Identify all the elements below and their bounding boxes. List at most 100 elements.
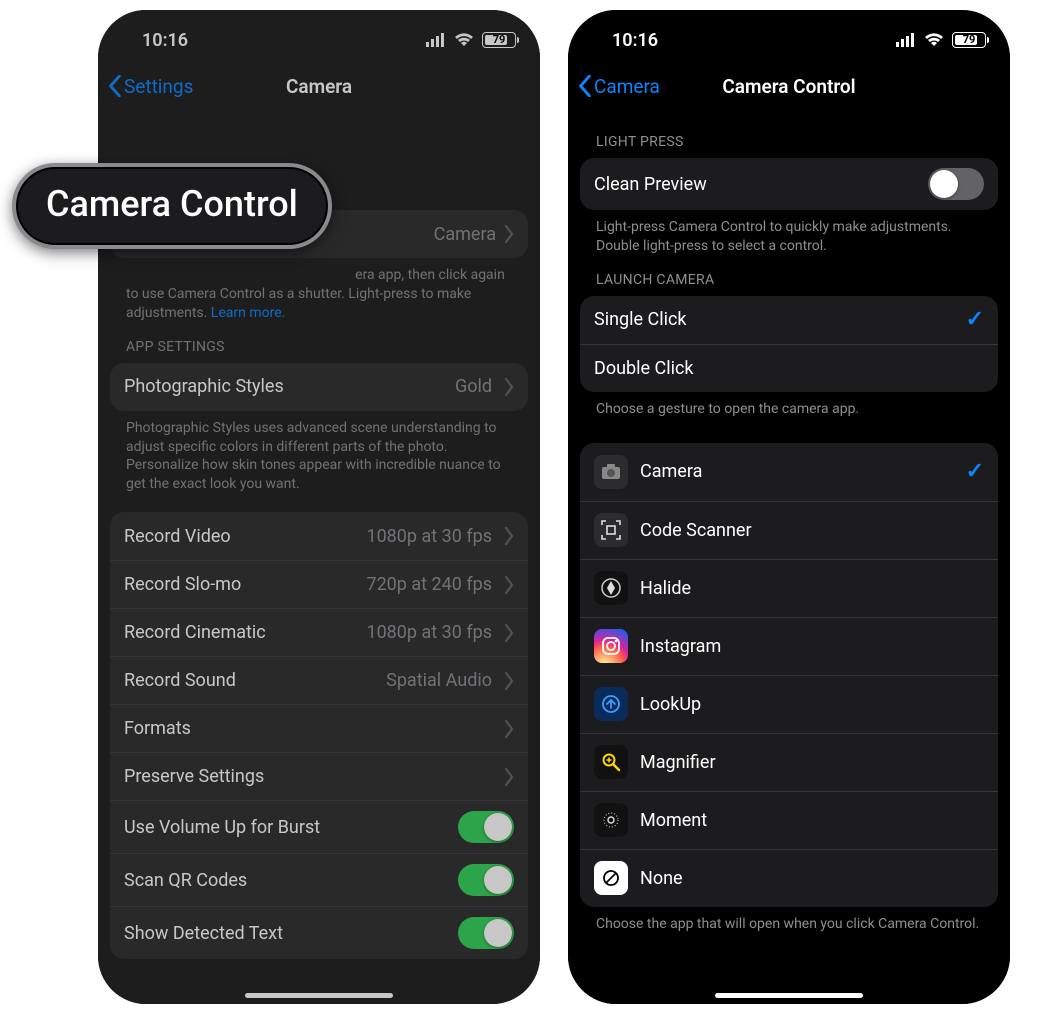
row-label: Use Volume Up for Burst bbox=[124, 817, 446, 838]
row-value: 1080p at 30 fps bbox=[366, 622, 492, 643]
app-row[interactable]: LookUp bbox=[580, 675, 998, 733]
row-value: Camera bbox=[434, 224, 496, 245]
row-label: Double Click bbox=[594, 358, 984, 379]
settings-row[interactable]: Record Video 1080p at 30 fps bbox=[110, 512, 528, 560]
right-phone: 10:16 79 Camera Camera Control bbox=[568, 10, 1010, 1004]
back-label: Camera bbox=[594, 75, 660, 98]
status-time: 10:16 bbox=[612, 30, 658, 51]
row-label: Halide bbox=[640, 578, 984, 599]
settings-row[interactable]: Record Cinematic 1080p at 30 fps bbox=[110, 608, 528, 656]
toggle[interactable] bbox=[458, 811, 514, 843]
app-row[interactable]: None bbox=[580, 849, 998, 907]
app-row[interactable]: Magnifier bbox=[580, 733, 998, 791]
light-press-footer: Light-press Camera Control to quickly ma… bbox=[580, 210, 998, 256]
instagram-icon bbox=[594, 629, 628, 663]
camera-icon bbox=[594, 455, 628, 489]
lookup-icon bbox=[594, 687, 628, 721]
section-header-launch-camera: LAUNCH CAMERA bbox=[580, 256, 998, 296]
wifi-icon bbox=[454, 33, 474, 47]
status-bar: 10:16 79 bbox=[568, 10, 1010, 64]
app-row[interactable]: Camera ✓ bbox=[580, 443, 998, 501]
chevron-left-icon bbox=[578, 75, 592, 97]
back-label: Settings bbox=[124, 75, 193, 98]
row-label: Scan QR Codes bbox=[124, 870, 446, 891]
row-label: Formats bbox=[124, 718, 492, 739]
launch-option-row[interactable]: Double Click bbox=[580, 344, 998, 392]
status-bar: 10:16 79 bbox=[98, 10, 540, 64]
status-time: 10:16 bbox=[142, 30, 188, 51]
clean-preview-toggle[interactable] bbox=[928, 168, 984, 200]
row-label: Preserve Settings bbox=[124, 766, 492, 787]
toggle[interactable] bbox=[458, 864, 514, 896]
cellular-icon bbox=[896, 33, 916, 47]
chevron-right-icon bbox=[504, 225, 514, 243]
moment-icon bbox=[594, 803, 628, 837]
checkmark-icon: ✓ bbox=[966, 459, 984, 484]
settings-row[interactable]: Record Slo-mo 720p at 240 fps bbox=[110, 560, 528, 608]
row-label: Record Video bbox=[124, 526, 354, 547]
qr-icon bbox=[594, 513, 628, 547]
left-phone: 10:16 79 Settings Camera bbox=[98, 10, 540, 1004]
settings-row[interactable]: Formats bbox=[110, 704, 528, 752]
row-label: Moment bbox=[640, 810, 984, 831]
chevron-right-icon bbox=[504, 672, 514, 690]
chevron-right-icon bbox=[504, 527, 514, 545]
battery-icon: 79 bbox=[952, 32, 986, 48]
row-value: Spatial Audio bbox=[386, 670, 492, 691]
section-header-app-settings: APP SETTINGS bbox=[110, 323, 528, 363]
photographic-footer: Photographic Styles uses advanced scene … bbox=[110, 411, 528, 495]
callout-pill: Camera Control bbox=[12, 163, 332, 249]
row-label: Record Slo-mo bbox=[124, 574, 354, 595]
row-value: Gold bbox=[455, 376, 492, 397]
chevron-right-icon bbox=[504, 720, 514, 738]
row-label: None bbox=[640, 868, 984, 889]
chevron-right-icon bbox=[504, 378, 514, 396]
app-row[interactable]: Moment bbox=[580, 791, 998, 849]
photographic-styles-row[interactable]: Photographic Styles Gold bbox=[110, 363, 528, 411]
learn-more-link[interactable]: Learn more. bbox=[211, 305, 286, 321]
settings-row[interactable]: Preserve Settings bbox=[110, 752, 528, 800]
settings-row[interactable]: Use Volume Up for Burst bbox=[110, 800, 528, 853]
row-label: Show Detected Text bbox=[124, 923, 446, 944]
row-label: Camera bbox=[640, 461, 954, 482]
halide-icon bbox=[594, 571, 628, 605]
launch-option-row[interactable]: Single Click ✓ bbox=[580, 296, 998, 344]
clean-preview-row[interactable]: Clean Preview bbox=[580, 158, 998, 210]
back-button[interactable]: Settings bbox=[98, 75, 193, 98]
row-label: Record Cinematic bbox=[124, 622, 354, 643]
row-label: LookUp bbox=[640, 694, 984, 715]
toggle[interactable] bbox=[458, 917, 514, 949]
row-label: Code Scanner bbox=[640, 520, 984, 541]
row-label: Single Click bbox=[594, 309, 954, 330]
back-button[interactable]: Camera bbox=[568, 75, 660, 98]
app-row[interactable]: Instagram bbox=[580, 617, 998, 675]
settings-row[interactable]: Scan QR Codes bbox=[110, 853, 528, 906]
app-row[interactable]: Code Scanner bbox=[580, 501, 998, 559]
wifi-icon bbox=[924, 33, 944, 47]
home-indicator bbox=[715, 993, 863, 998]
app-row[interactable]: Halide bbox=[580, 559, 998, 617]
row-label: Record Sound bbox=[124, 670, 374, 691]
chevron-left-icon bbox=[108, 75, 122, 97]
apps-footer: Choose the app that will open when you c… bbox=[580, 907, 998, 934]
checkmark-icon: ✓ bbox=[966, 307, 984, 332]
home-indicator bbox=[245, 993, 393, 998]
cellular-icon bbox=[426, 33, 446, 47]
none-icon bbox=[594, 861, 628, 895]
camera-control-footer: xxxxxxxxxxxxxxxxxxxxxxxxxxxxxxxxxera app… bbox=[110, 258, 528, 323]
row-value: 720p at 240 fps bbox=[366, 574, 492, 595]
section-header-light-press: LIGHT PRESS bbox=[580, 118, 998, 158]
settings-row[interactable]: Show Detected Text bbox=[110, 906, 528, 959]
magnifier-icon bbox=[594, 745, 628, 779]
chevron-right-icon bbox=[504, 624, 514, 642]
row-label: Magnifier bbox=[640, 752, 984, 773]
row-label: Photographic Styles bbox=[124, 376, 443, 397]
row-value: 1080p at 30 fps bbox=[366, 526, 492, 547]
row-label: Instagram bbox=[640, 636, 984, 657]
battery-icon: 79 bbox=[482, 32, 516, 48]
settings-row[interactable]: Record Sound Spatial Audio bbox=[110, 656, 528, 704]
row-label: Clean Preview bbox=[594, 174, 916, 195]
chevron-right-icon bbox=[504, 768, 514, 786]
chevron-right-icon bbox=[504, 576, 514, 594]
launch-footer: Choose a gesture to open the camera app. bbox=[580, 392, 998, 419]
